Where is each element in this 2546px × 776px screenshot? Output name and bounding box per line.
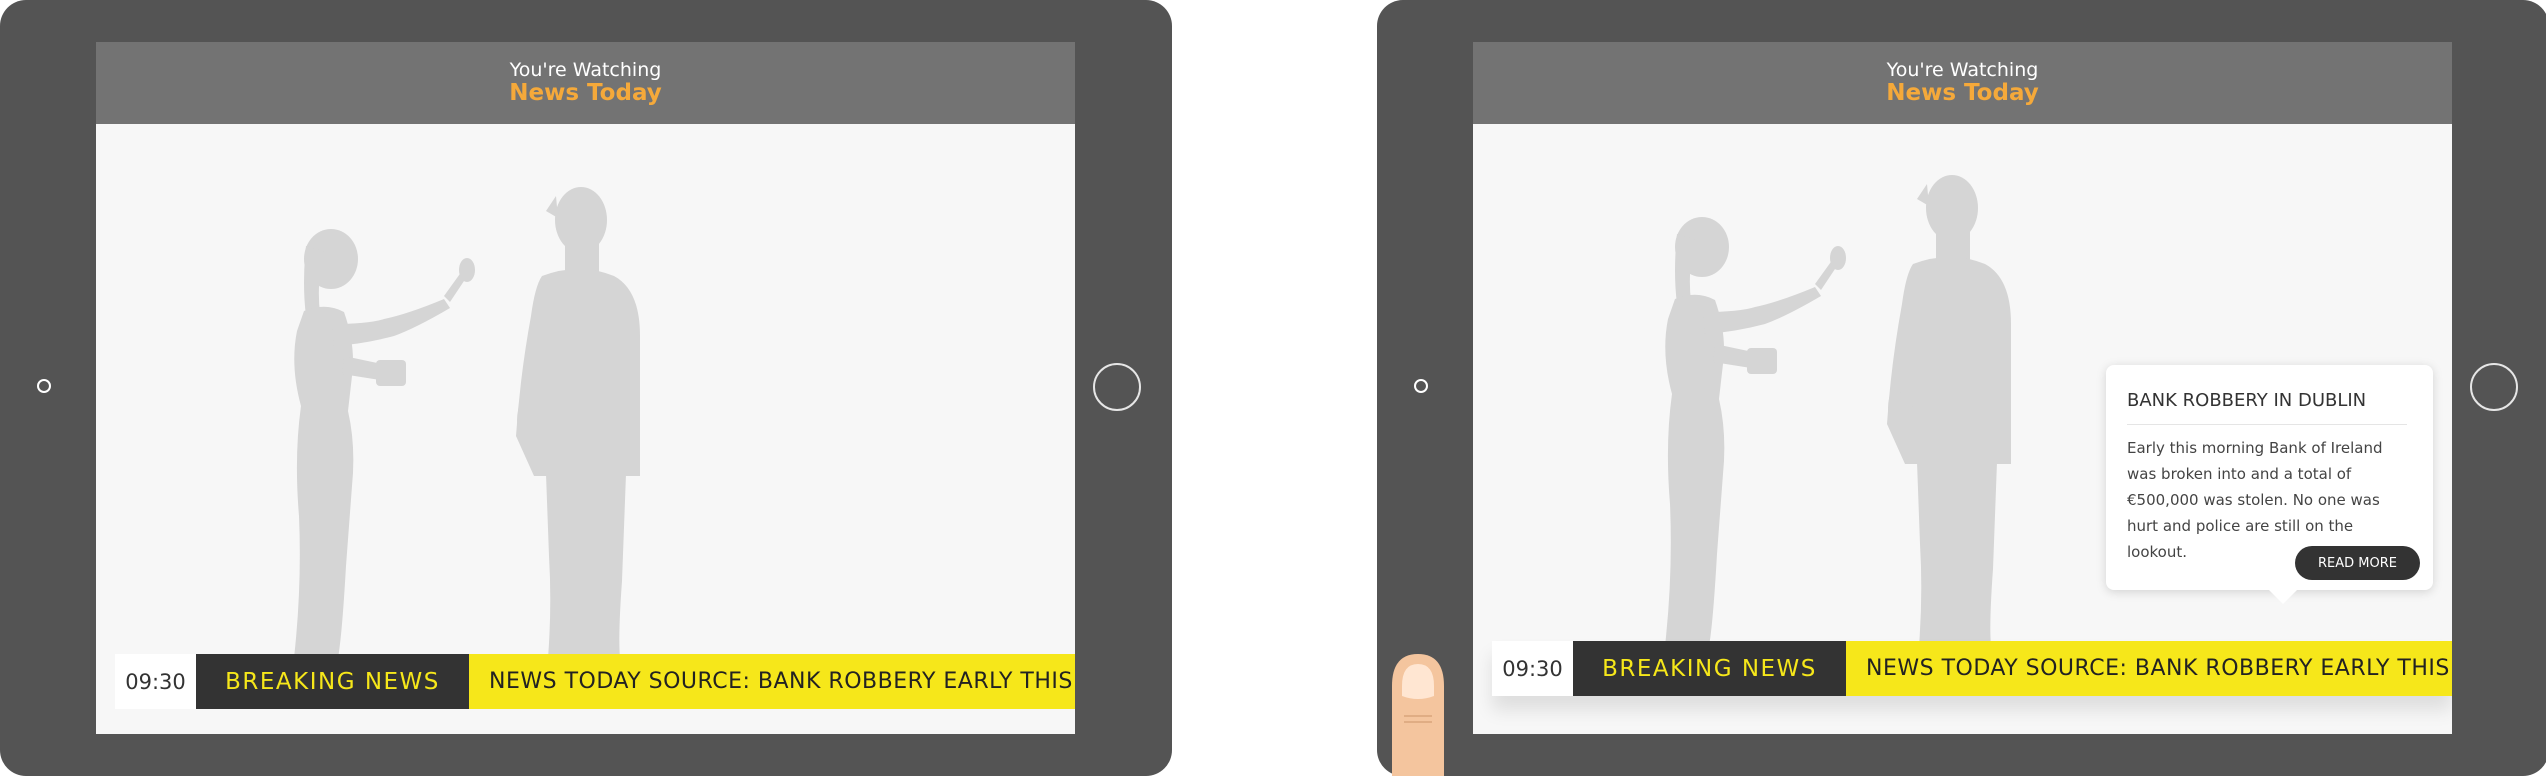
news-detail-popup: BANK ROBBERY IN DUBLIN Early this mornin… xyxy=(2106,365,2433,604)
news-ticker[interactable]: 09:30 BREAKING NEWS NEWS TODAY SOURCE: B… xyxy=(1492,641,2452,696)
read-more-button[interactable]: READ MORE xyxy=(2295,546,2420,580)
ticker-headline[interactable]: NEWS TODAY SOURCE: BANK ROBBERY EARLY TH… xyxy=(469,654,1075,709)
camera-icon xyxy=(1414,379,1428,393)
finger-tap-icon xyxy=(1392,654,1444,776)
ticker-time: 09:30 xyxy=(1492,641,1573,696)
tablet-right: You're Watching News Today 09:30 BREAKIN… xyxy=(1377,0,2546,776)
screen: You're Watching News Today 09:30 BREAKIN… xyxy=(1473,42,2452,734)
screen: You're Watching News Today 09:30 BREAKIN… xyxy=(96,42,1075,734)
breaking-news-label: BREAKING NEWS xyxy=(1573,641,1846,696)
breaking-news-label: BREAKING NEWS xyxy=(196,654,469,709)
interview-silhouette-image xyxy=(294,187,640,658)
camera-icon xyxy=(37,379,51,393)
home-button[interactable] xyxy=(1093,363,1141,411)
popup-title: BANK ROBBERY IN DUBLIN xyxy=(2127,390,2367,411)
news-ticker[interactable]: 09:30 BREAKING NEWS NEWS TODAY SOURCE: B… xyxy=(115,654,1075,709)
home-button[interactable] xyxy=(2470,363,2518,411)
ticker-time: 09:30 xyxy=(115,654,196,709)
ticker-headline[interactable]: NEWS TODAY SOURCE: BANK ROBBERY EARLY TH… xyxy=(1846,641,2452,696)
popup-divider xyxy=(2127,424,2407,425)
tablet-left: You're Watching News Today 09:30 BREAKIN… xyxy=(0,0,1172,776)
